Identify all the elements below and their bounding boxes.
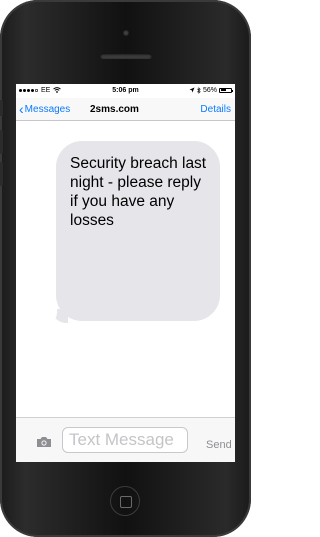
volume-down-button [0, 162, 3, 186]
message-text: Security breach last night - please repl… [70, 155, 207, 229]
compose-bar: Send [16, 417, 235, 462]
front-camera [123, 30, 129, 36]
message-input[interactable] [62, 427, 188, 453]
conversation-title: 2sms.com [90, 103, 139, 115]
send-button[interactable]: Send [206, 439, 232, 451]
home-button[interactable] [110, 486, 140, 516]
earpiece-speaker [100, 53, 152, 59]
status-bar: EE 5:06 pm 56% [16, 84, 235, 96]
incoming-message-bubble: Security breach last night - please repl… [56, 141, 220, 321]
battery-icon [219, 87, 233, 93]
chevron-left-icon: ‹ [19, 101, 24, 117]
back-button-label: Messages [24, 103, 71, 115]
details-button[interactable]: Details [200, 104, 231, 115]
mute-switch [0, 100, 3, 116]
location-arrow-icon [189, 87, 195, 93]
home-button-square-icon [120, 496, 132, 508]
phone-frame: EE 5:06 pm 56% ‹ Messages 2sms.com Detai… [0, 0, 251, 537]
back-button[interactable]: ‹ Messages [19, 101, 71, 117]
bluetooth-icon [197, 86, 201, 94]
battery-percentage: 56% [202, 86, 217, 94]
volume-up-button [0, 130, 3, 154]
navigation-bar: ‹ Messages 2sms.com Details [16, 98, 235, 121]
screen: EE 5:06 pm 56% ‹ Messages 2sms.com Detai… [16, 84, 235, 462]
camera-icon[interactable] [36, 436, 52, 448]
message-bubble-tail-cutout [45, 306, 57, 324]
